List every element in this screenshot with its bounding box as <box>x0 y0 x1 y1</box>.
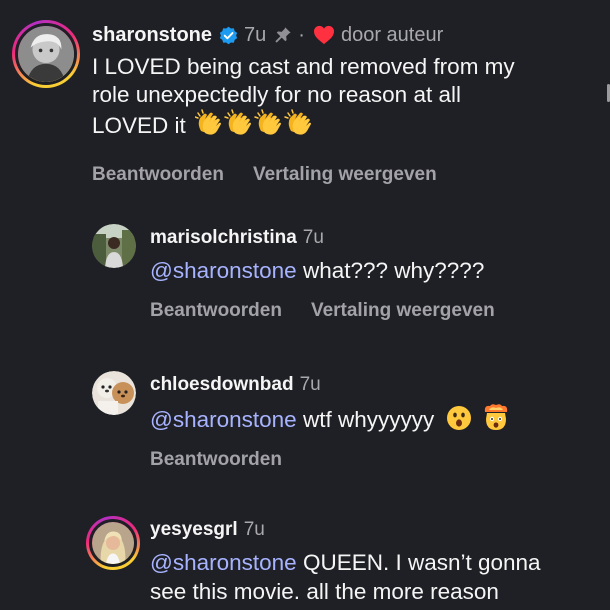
avatar <box>92 224 136 268</box>
timestamp: 7u <box>302 227 324 248</box>
reply-chloesdownbad: chloesdownbad 7u @sharonstone wtf whyyyy… <box>92 371 590 471</box>
exploding-head-emoji-icon <box>479 404 510 432</box>
creator-liked-label: door auteur <box>340 23 444 46</box>
avatar-story-ring[interactable] <box>86 516 140 570</box>
mention-link[interactable]: @sharonstone <box>150 258 297 283</box>
mention-link[interactable]: @sharonstone <box>150 550 297 575</box>
hushed-face-emoji-icon <box>440 406 478 432</box>
reply-button[interactable]: Beantwoorden <box>92 164 224 186</box>
clapping-hands-emoji-icons <box>192 109 313 138</box>
username[interactable]: sharonstone <box>92 24 212 47</box>
avatar-story-ring[interactable] <box>12 20 80 88</box>
see-translation-button[interactable]: Vertaling weergeven <box>311 300 495 322</box>
reply-button[interactable]: Beantwoorden <box>150 300 282 322</box>
avatar <box>92 522 134 564</box>
comment-text: @sharonstone wtf whyyyyyy <box>150 403 590 434</box>
timestamp: 7u <box>299 374 321 395</box>
pin-icon <box>275 27 291 43</box>
username[interactable]: marisolchristina <box>150 227 297 249</box>
comment-text: @sharonstone QUEEN. I wasn’t gonna see t… <box>150 550 541 604</box>
avatar <box>18 26 74 82</box>
timestamp: 7u <box>243 519 265 540</box>
separator-dot: · <box>298 23 305 46</box>
reply-marisolchristina: marisolchristina 7u @sharonstone what???… <box>92 224 590 322</box>
avatar-wrap[interactable] <box>92 371 136 415</box>
heart-icon <box>313 25 334 45</box>
timestamp: 7u <box>244 23 267 46</box>
see-translation-button[interactable]: Vertaling weergeven <box>253 164 437 186</box>
comment-text: @sharonstone what??? why???? <box>150 258 485 283</box>
comment-sharonstone: sharonstone 7u · door auteur I LOVED bei… <box>12 20 592 186</box>
username[interactable]: chloesdownbad <box>150 374 294 396</box>
mention-link[interactable]: @sharonstone <box>150 407 297 432</box>
comments-page: sharonstone 7u · door auteur I LOVED bei… <box>0 0 610 610</box>
reply-yesyesgrl: yesyesgrl 7u @sharonstone QUEEN. I wasn’… <box>86 516 590 606</box>
avatar <box>92 371 136 415</box>
reply-button[interactable]: Beantwoorden <box>150 449 282 471</box>
verified-badge-icon <box>219 26 238 44</box>
avatar-wrap[interactable] <box>92 224 136 268</box>
comment-text: I LOVED being cast and removed from my r… <box>92 54 515 138</box>
username[interactable]: yesyesgrl <box>150 519 238 541</box>
